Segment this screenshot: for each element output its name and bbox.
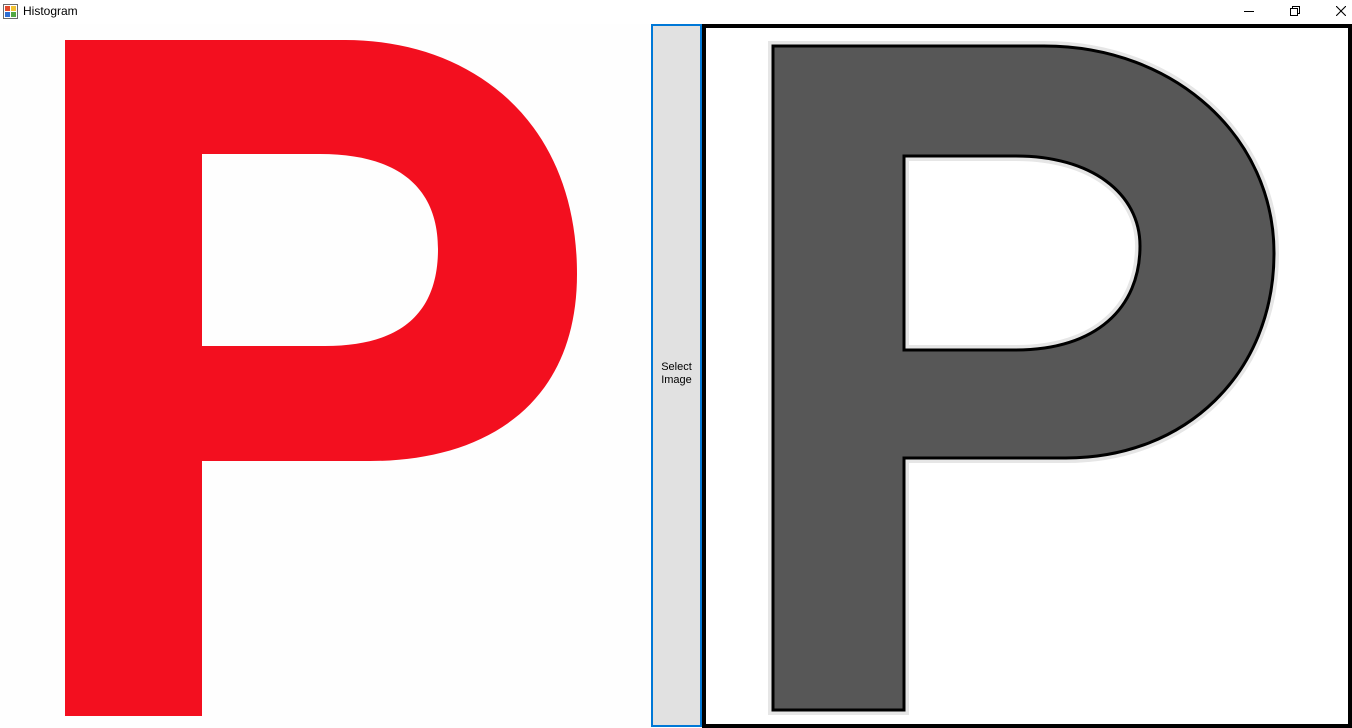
select-image-label: Select Image — [661, 360, 692, 386]
restore-button[interactable] — [1272, 0, 1318, 22]
gray-p-image — [768, 41, 1280, 715]
histogram-image-box — [702, 24, 1352, 728]
close-button[interactable] — [1318, 0, 1352, 22]
histogram-window: Histogram Select Image — [0, 0, 1352, 728]
close-icon — [1336, 6, 1346, 16]
window-title: Histogram — [23, 4, 78, 18]
select-image-button[interactable]: Select Image — [651, 24, 702, 727]
app-icon[interactable] — [3, 4, 18, 19]
minimize-button[interactable] — [1226, 0, 1272, 22]
minimize-icon — [1244, 11, 1254, 12]
title-bar[interactable]: Histogram — [0, 0, 1352, 24]
original-image-box — [0, 24, 650, 728]
restore-icon — [1290, 6, 1300, 16]
red-p-image — [65, 40, 577, 716]
